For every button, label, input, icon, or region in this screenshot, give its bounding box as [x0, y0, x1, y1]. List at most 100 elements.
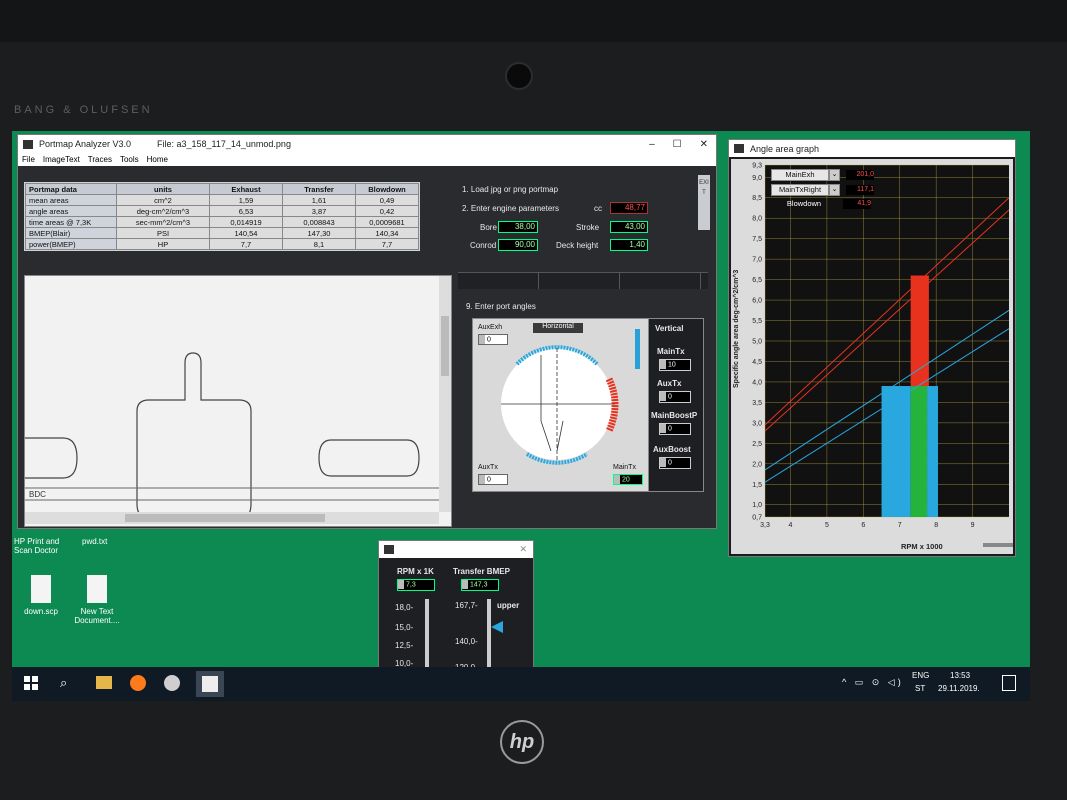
chevron-down-icon[interactable]: ⌄ — [829, 169, 840, 181]
search-icon[interactable]: ⌕ — [60, 675, 67, 691]
bmep-slider-thumb[interactable] — [491, 621, 503, 633]
bmep-slider[interactable] — [487, 599, 491, 671]
bmep-titlebar: ✕ — [379, 541, 533, 558]
port-angle-circle[interactable] — [497, 339, 637, 469]
rpm-input[interactable]: 7,3 — [397, 579, 435, 591]
maintx-input[interactable]: 10 — [659, 359, 691, 371]
tray-icons[interactable]: ^ ▭ ⊙ ◁) — [842, 677, 904, 688]
y-tick-label: 4,5 — [752, 359, 762, 366]
graph-titlebar: Angle area graph — [729, 140, 1015, 157]
upper-label: upper — [497, 601, 520, 610]
conrod-input[interactable]: 90,00 — [498, 239, 538, 251]
x-tick-label: 3,3 — [760, 522, 770, 529]
desktop-icon-pwd[interactable]: pwd.txt — [82, 537, 122, 546]
y-tick-label: 2,5 — [752, 441, 762, 448]
deck-input[interactable]: 1,40 — [610, 239, 648, 251]
vertical-slider[interactable] — [635, 329, 640, 369]
desktop-icon-down-scp[interactable]: down.scp — [18, 575, 64, 616]
menu-file[interactable]: File — [22, 155, 35, 164]
close-icon[interactable]: ✕ — [519, 544, 533, 555]
legend-value: 117,1 — [846, 185, 874, 195]
maximize-icon[interactable]: ☐ — [673, 139, 682, 150]
desktop-icon-hp-print[interactable]: HP Print and Scan Doctor — [14, 537, 74, 555]
stepper-icon[interactable] — [479, 475, 485, 484]
stepper-icon[interactable] — [462, 580, 468, 589]
bore-input[interactable]: 38,00 — [498, 221, 538, 233]
bmep-input[interactable]: 147,3 — [461, 579, 499, 591]
stepper-icon[interactable] — [660, 424, 666, 433]
table-cell[interactable]: HP — [116, 238, 210, 250]
x-tick-label: 5 — [825, 522, 829, 529]
y-tick-label: 5,5 — [752, 318, 762, 325]
table-header: Blowdown — [355, 183, 419, 195]
menu-imagetext[interactable]: ImageText — [43, 155, 80, 164]
y-tick-label: 5,0 — [752, 339, 762, 346]
tab[interactable] — [620, 273, 701, 289]
menu-tools[interactable]: Tools — [120, 155, 139, 164]
screen: HP Print and Scan Doctor pwd.txt down.sc… — [12, 131, 1030, 701]
windows-start-icon[interactable] — [24, 676, 38, 690]
rpm-slider[interactable] — [425, 599, 429, 671]
maintx-value: 10 — [668, 361, 676, 369]
graph-title: Angle area graph — [750, 143, 820, 154]
scroll-thumb[interactable] — [441, 316, 449, 376]
legend-item[interactable]: MainTxRight ⌄ 117,1 — [771, 184, 874, 196]
y-tick-label: 3,0 — [752, 420, 762, 427]
exit-button[interactable]: EXIT — [698, 175, 710, 230]
table-cell: time areas @ 7,3K — [25, 216, 117, 228]
portmap-canvas[interactable]: BDC — [24, 275, 452, 527]
brand-label: BANG & OLUFSEN — [14, 104, 153, 116]
language-indicator[interactable]: ENG — [912, 671, 929, 680]
bottom-auxtx-input[interactable]: 0 — [478, 474, 508, 485]
scroll-thumb[interactable] — [125, 514, 325, 522]
chevron-down-icon[interactable]: ⌄ — [829, 184, 840, 196]
notification-icon[interactable] — [1002, 675, 1016, 691]
bmep-window: ✕ RPM x 1K 7,3 Transfer BMEP 147,3 upper… — [378, 540, 534, 672]
table-row: BMEP(Blair) PSI 140,54 147,30 140,34 — [25, 227, 419, 239]
desktop-icon-label: New Text Document.... — [74, 607, 120, 625]
mainboostp-input[interactable]: 0 — [659, 423, 691, 435]
mainboostp-label: MainBoostP — [651, 411, 698, 420]
close-icon[interactable]: ✕ — [700, 139, 708, 150]
stepper-icon[interactable] — [614, 475, 620, 484]
rpm-value: 7,3 — [406, 581, 416, 589]
paint-icon[interactable] — [164, 675, 180, 691]
x-tick-label: 6 — [861, 522, 865, 529]
table-header: Exhaust — [209, 183, 283, 195]
table-row: mean areas cm^2 1,59 1,61 0,49 — [25, 194, 419, 206]
stepper-icon[interactable] — [479, 335, 485, 344]
clock-time[interactable]: 13:53 — [950, 671, 970, 680]
portmap-window: Portmap Analyzer V3.0 File: a3_158_117_1… — [17, 134, 717, 529]
table-cell: 6,53 — [209, 205, 283, 217]
menu-home[interactable]: Home — [147, 155, 168, 164]
y-tick-label: 7,0 — [752, 257, 762, 264]
table-cell[interactable]: PSI — [116, 227, 210, 239]
clock-date[interactable]: 29.11.2019. — [938, 684, 980, 693]
desktop-icon-label: HP Print and Scan Doctor — [14, 537, 60, 555]
menu-traces[interactable]: Traces — [88, 155, 112, 164]
bmep-tick: 167,7- — [455, 601, 478, 610]
y-tick-label: 6,5 — [752, 277, 762, 284]
x-tick-label: 9 — [971, 522, 975, 529]
stepper-icon[interactable] — [660, 360, 666, 369]
stepper-icon[interactable] — [398, 580, 404, 589]
tab[interactable] — [458, 273, 539, 289]
stepper-icon[interactable] — [660, 458, 666, 467]
horizontal-scrollbar[interactable] — [25, 512, 439, 524]
legend-item[interactable]: Blowdown 41,9 — [771, 199, 874, 209]
file-explorer-icon[interactable] — [96, 676, 112, 689]
stepper-icon[interactable] — [660, 392, 666, 401]
firefox-icon[interactable] — [130, 675, 146, 691]
stroke-input[interactable]: 43,00 — [610, 221, 648, 233]
bezel-top — [0, 0, 1067, 42]
desktop-icon-new-text[interactable]: New Text Document.... — [70, 575, 124, 625]
vertical-scrollbar[interactable] — [439, 276, 451, 512]
tab[interactable] — [539, 273, 620, 289]
bottom-maintx-input[interactable]: 20 — [613, 474, 643, 485]
auxtx-input[interactable]: 0 — [659, 391, 691, 403]
labview-task-button[interactable] — [196, 671, 224, 697]
auxboost-input[interactable]: 0 — [659, 457, 691, 469]
legend-item[interactable]: MainExh ⌄ 201,0 — [771, 169, 874, 181]
zoom-slider[interactable] — [983, 543, 1013, 547]
minimize-icon[interactable]: – — [649, 139, 655, 150]
